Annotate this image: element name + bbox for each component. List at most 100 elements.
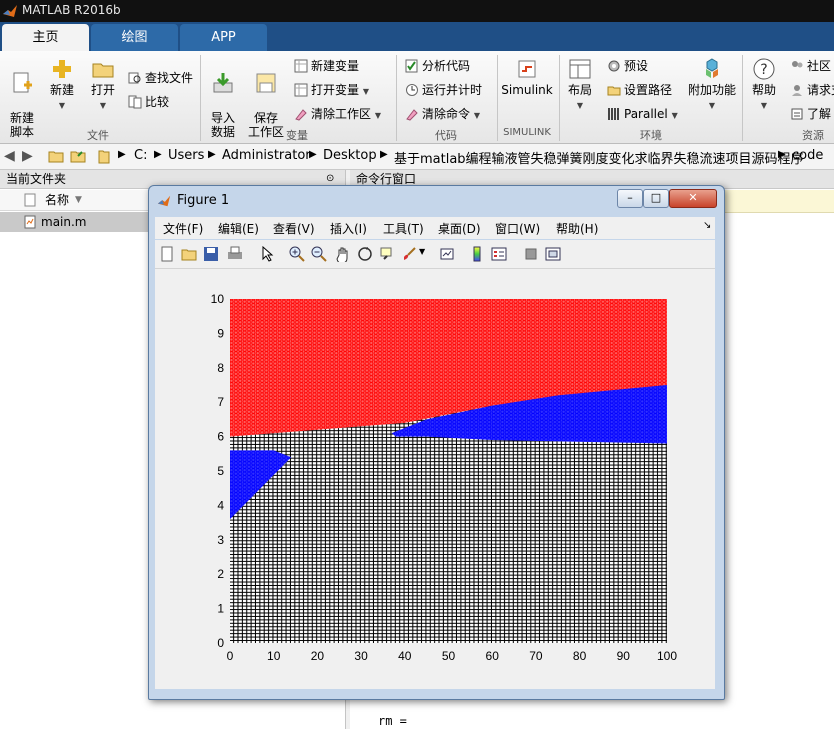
breadcrumb-drive[interactable]: C: <box>134 148 147 163</box>
add-ons-button[interactable]: 附加功能 ▼ <box>688 57 736 113</box>
rotate-3d-icon[interactable] <box>357 246 373 262</box>
open-file-icon[interactable] <box>181 246 197 262</box>
add-ons-icon <box>706 58 718 78</box>
new-variable-button[interactable]: 新建变量 <box>294 57 359 75</box>
zoom-out-icon[interactable] <box>311 246 327 262</box>
layout-icon <box>569 59 591 79</box>
chevron-down-icon[interactable]: ▼ <box>419 247 425 256</box>
simulink-button[interactable]: Simulink <box>500 57 554 97</box>
request-support-button[interactable]: 请求支 <box>790 81 834 99</box>
m-file-icon <box>24 215 36 229</box>
forward-arrow-icon[interactable]: ▶ <box>22 148 33 164</box>
learn-matlab-button[interactable]: 了解 <box>790 105 831 123</box>
path-separator-icon: ▶ <box>208 149 216 160</box>
folder-icon <box>98 150 110 164</box>
figure-window[interactable]: Figure 1 – □ ✕ 文件(F) 编辑(E) 查看(V) 插入(I) 工… <box>148 185 725 700</box>
breadcrumb-desktop[interactable]: Desktop <box>323 148 377 163</box>
y-tick-label: 1 <box>217 602 224 616</box>
figure-title: Figure 1 <box>177 193 230 208</box>
preferences-button[interactable]: 预设 <box>607 57 648 75</box>
menu-window[interactable]: 窗口(W) <box>495 220 540 237</box>
y-tick-label: 0 <box>217 636 224 650</box>
browse-folder-icon[interactable] <box>70 149 86 163</box>
tab-apps[interactable]: APP <box>180 24 267 51</box>
run-and-time-icon <box>406 84 418 96</box>
figure-toolbar: ▼ <box>155 240 715 269</box>
breadcrumb-users[interactable]: Users <box>168 148 204 163</box>
menu-edit[interactable]: 编辑(E) <box>218 220 259 237</box>
matlab-logo-icon <box>3 5 17 17</box>
compare-button[interactable]: 比较 <box>128 93 169 111</box>
print-icon[interactable] <box>227 246 243 262</box>
clear-workspace-icon <box>295 109 307 121</box>
figure-canvas[interactable]: 0 1 2 3 4 5 6 7 8 9 10 0 10 20 30 40 50 60 70 80 90 100 <box>155 269 715 689</box>
menu-view[interactable]: 查看(V) <box>273 220 315 237</box>
pointer-icon[interactable] <box>259 246 275 262</box>
open-button[interactable]: 打开 ▼ <box>86 57 120 113</box>
show-plot-tools-icon[interactable] <box>545 246 561 262</box>
help-button[interactable]: ? 帮助 ▼ <box>748 57 780 113</box>
legend-icon[interactable] <box>491 246 507 262</box>
brush-icon[interactable] <box>401 246 417 262</box>
group-separator <box>742 55 743 141</box>
x-tick-label: 80 <box>573 649 587 663</box>
parallel-button[interactable]: Parallel ▼ <box>607 105 678 123</box>
dock-arrow-icon[interactable]: ↘ <box>703 220 711 231</box>
colorbar-icon[interactable] <box>469 246 485 262</box>
gear-icon <box>608 60 620 72</box>
run-and-time-button[interactable]: 运行并计时 <box>405 81 482 99</box>
close-button[interactable]: ✕ <box>669 189 717 208</box>
tab-home[interactable]: 主页 <box>2 24 89 51</box>
x-tick-label: 90 <box>617 649 631 663</box>
data-cursor-icon[interactable] <box>379 246 395 262</box>
breadcrumb-administrator[interactable]: Administrator <box>222 148 311 163</box>
zoom-in-icon[interactable] <box>289 246 305 262</box>
breadcrumb-project-folder[interactable]: 基于matlab编程输液管失稳弹簧刚度变化求临界失稳流速项目源码程序 <box>394 148 804 167</box>
menu-help[interactable]: 帮助(H) <box>556 220 598 237</box>
group-separator <box>559 55 560 141</box>
group-label-variable: 变量 <box>286 129 308 142</box>
help-icon: ? <box>753 58 775 80</box>
minimize-button[interactable]: – <box>617 189 643 208</box>
scatter-plot[interactable]: 0 1 2 3 4 5 6 7 8 9 10 0 10 20 30 40 50 60 70 80 90 100 <box>155 269 715 689</box>
import-data-icon <box>213 73 233 93</box>
analyze-code-button[interactable]: 分析代码 <box>405 57 470 75</box>
clear-workspace-button[interactable]: 清除工作区 ▼ <box>294 105 381 123</box>
compare-icon <box>128 95 142 109</box>
current-folder-address-bar: ◀ ▶ ▶ C: ▶ Users ▶ Administrator ▶ Deskt… <box>0 144 834 170</box>
matlab-figure-icon <box>157 195 171 207</box>
new-figure-icon[interactable] <box>159 246 175 262</box>
menu-insert[interactable]: 插入(I) <box>330 220 367 237</box>
chevron-down-icon: ▼ <box>708 101 716 110</box>
set-path-icon <box>607 86 621 96</box>
maximize-button[interactable]: □ <box>643 189 669 208</box>
back-arrow-icon[interactable]: ◀ <box>4 148 15 164</box>
pan-hand-icon[interactable] <box>335 246 351 262</box>
group-separator <box>200 55 201 141</box>
menu-file[interactable]: 文件(F) <box>163 220 203 237</box>
hide-plot-tools-icon[interactable] <box>523 246 539 262</box>
path-separator-icon: ▶ <box>778 149 786 160</box>
community-button[interactable]: 社区 <box>790 57 831 75</box>
clear-commands-button[interactable]: 清除命令 ▼ <box>405 105 480 123</box>
link-plot-icon[interactable] <box>439 246 455 262</box>
layout-button[interactable]: 布局 ▼ <box>563 57 597 113</box>
new-button[interactable]: 新建 ▼ <box>45 57 79 113</box>
set-path-button[interactable]: 设置路径 <box>607 81 672 99</box>
breadcrumb-code[interactable]: code <box>792 148 823 163</box>
find-files-icon <box>128 72 141 84</box>
app-title: MATLAB R2016b <box>22 3 121 17</box>
clear-commands-icon <box>406 109 418 121</box>
up-folder-icon[interactable] <box>48 149 64 163</box>
tab-plots[interactable]: 绘图 <box>91 24 178 51</box>
sort-down-icon: ▼ <box>75 195 82 205</box>
open-variable-button[interactable]: 打开变量 ▼ <box>294 81 369 99</box>
menu-tools[interactable]: 工具(T) <box>383 220 424 237</box>
save-icon[interactable] <box>203 246 219 262</box>
ribbon: 新建 脚本 新建 ▼ 打开 ▼ 查找文件 比较 文件 导入 数据 保存 工作区 新建… <box>0 51 834 144</box>
file-name: main.m <box>41 215 87 229</box>
chevron-down-icon: ▼ <box>473 111 480 120</box>
menu-desktop[interactable]: 桌面(D) <box>438 220 481 237</box>
y-tick-label: 5 <box>217 464 224 478</box>
find-files-button[interactable]: 查找文件 <box>128 69 193 87</box>
